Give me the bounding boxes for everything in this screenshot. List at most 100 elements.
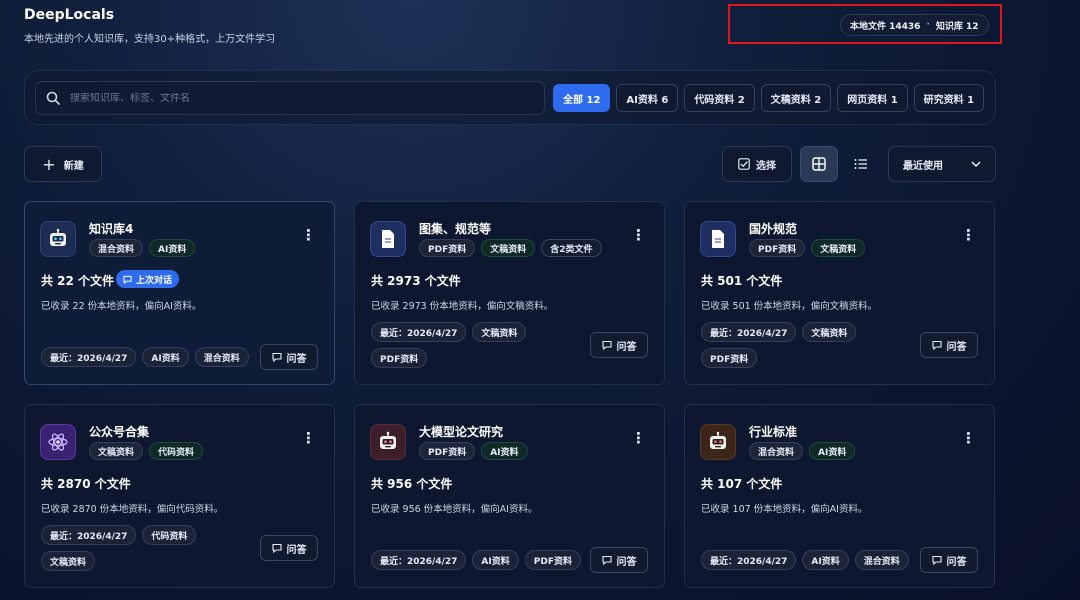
search-box[interactable]: [35, 81, 545, 115]
kb-card[interactable]: 大模型论文研究 PDF资料 AI资料 ⋮ 共 956 个文件 已收录 956 份…: [354, 404, 665, 588]
kb-card[interactable]: 行业标准 混合资料 AI资料 ⋮ 共 107 个文件 已收录 107 份本地资料…: [684, 404, 995, 588]
qa-button-label: 问答: [616, 341, 637, 353]
qa-button[interactable]: 问答: [260, 535, 318, 561]
card-tags: 混合资料 AI资料: [89, 239, 196, 257]
card-description: 已收录 22 份本地资料，偏向AI资料。: [41, 301, 202, 312]
more-options-icon[interactable]: ⋮: [631, 431, 646, 446]
filter-chips: 全部 12 AI资料 6 代码资料 2 文稿资料 2 网页资料 1 研究资料 1: [553, 84, 985, 112]
stats-separator: ·: [926, 20, 930, 30]
local-file-count: 本地文件 14436: [850, 21, 921, 32]
card-tag: 代码资料: [149, 442, 204, 460]
chat-icon: [601, 555, 612, 565]
card-tag: 文稿资料: [811, 239, 866, 257]
sort-dropdown-label: 最近使用: [903, 160, 943, 172]
filter-chip-manuscript[interactable]: 文稿资料 2: [760, 84, 832, 112]
select-button[interactable]: 选择: [722, 146, 792, 182]
last-chat-badge[interactable]: 上次对话: [116, 270, 180, 288]
chat-icon: [271, 543, 282, 553]
card-tag: PDF资料: [419, 239, 476, 257]
card-meta: 最近：2026/4/27 文稿资料 PDF资料: [701, 322, 901, 368]
file-count: 共 2973 个文件: [371, 274, 461, 288]
card-title: 大模型论文研究: [419, 425, 504, 439]
card-tag: AI资料: [481, 442, 528, 460]
file-count: 共 501 个文件: [701, 274, 783, 288]
document-icon: [700, 221, 736, 257]
card-tags: PDF资料 文稿资料 含2类文件: [419, 239, 602, 257]
recent-date-tag: 最近：2026/4/27: [701, 550, 797, 570]
card-description: 已收录 2973 份本地资料，偏向文稿资料。: [371, 301, 554, 312]
card-tags: 混合资料 AI资料: [749, 442, 856, 460]
search-input[interactable]: [70, 92, 510, 104]
chat-icon: [931, 340, 942, 350]
robot-icon: [700, 424, 736, 460]
qa-button-label: 问答: [286, 353, 307, 365]
recent-date-tag: 最近：2026/4/27: [371, 322, 467, 342]
filter-chip-web[interactable]: 网页资料 1: [837, 84, 908, 112]
meta-tag: AI资料: [802, 550, 849, 570]
last-chat-label: 上次对话: [136, 275, 173, 286]
meta-tag: PDF资料: [701, 348, 758, 368]
more-options-icon[interactable]: ⋮: [961, 431, 976, 446]
meta-tag: 文稿资料: [802, 322, 857, 342]
card-tags: PDF资料 文稿资料: [749, 239, 866, 257]
card-meta: 最近：2026/4/27 AI资料 混合资料: [41, 347, 281, 367]
chat-icon: [931, 555, 942, 565]
kb-card[interactable]: 公众号合集 文稿资料 代码资料 ⋮ 共 2870 个文件 已收录 2870 份本…: [24, 404, 335, 588]
card-tags: 文稿资料 代码资料: [89, 442, 204, 460]
card-tag: 混合资料: [89, 239, 144, 257]
card-meta: 最近：2026/4/27 文稿资料 PDF资料: [371, 322, 571, 368]
file-count: 共 956 个文件: [371, 477, 453, 491]
kb-card[interactable]: 知识库4 混合资料 AI资料 ⋮ 共 22 个文件 上次对话 已收录 22 份本…: [24, 201, 335, 385]
meta-tag: 文稿资料: [41, 551, 96, 571]
more-options-icon[interactable]: ⋮: [961, 228, 976, 243]
qa-button-label: 问答: [286, 544, 307, 556]
stats-pill: 本地文件 14436 · 知识库 12: [840, 14, 989, 36]
card-title: 图集、规范等: [419, 222, 492, 236]
card-description: 已收录 107 份本地资料，偏向AI资料。: [701, 504, 868, 515]
more-options-icon[interactable]: ⋮: [631, 228, 646, 243]
qa-button[interactable]: 问答: [260, 344, 318, 370]
card-title: 公众号合集: [89, 425, 150, 439]
kb-card[interactable]: 图集、规范等 PDF资料 文稿资料 含2类文件 ⋮ 共 2973 个文件 已收录…: [354, 201, 665, 385]
card-tag: PDF资料: [419, 442, 476, 460]
card-tag: 混合资料: [749, 442, 804, 460]
app-title: DeepLocals: [24, 7, 115, 23]
kb-card[interactable]: 国外规范 PDF资料 文稿资料 ⋮ 共 501 个文件 已收录 501 份本地资…: [684, 201, 995, 385]
chat-icon: [123, 275, 132, 284]
new-button[interactable]: + 新建: [24, 146, 102, 182]
qa-button[interactable]: 问答: [920, 332, 978, 358]
list-view-button[interactable]: [842, 146, 880, 182]
grid-view-button[interactable]: [800, 146, 838, 182]
chevron-down-icon: [971, 161, 981, 167]
filter-chip-all[interactable]: 全部 12: [553, 84, 611, 112]
card-title: 国外规范: [749, 222, 798, 236]
recent-date-tag: 最近：2026/4/27: [371, 550, 467, 570]
meta-tag: 混合资料: [194, 347, 249, 367]
filter-chip-code[interactable]: 代码资料 2: [684, 84, 755, 112]
file-count: 共 2870 个文件: [41, 477, 131, 491]
sort-dropdown[interactable]: 最近使用: [888, 146, 996, 182]
qa-button-label: 问答: [946, 341, 967, 353]
filter-chip-research[interactable]: 研究资料 1: [913, 84, 985, 112]
file-count: 共 22 个文件: [41, 274, 115, 288]
card-description: 已收录 501 份本地资料，偏向文稿资料。: [701, 301, 878, 312]
meta-tag: PDF资料: [371, 348, 428, 368]
qa-button[interactable]: 问答: [590, 332, 648, 358]
card-tag: 文稿资料: [89, 442, 144, 460]
filter-chip-ai[interactable]: AI资料 6: [616, 84, 679, 112]
more-options-icon[interactable]: ⋮: [301, 431, 316, 446]
robot-icon: [40, 221, 76, 257]
card-tag: AI资料: [809, 442, 856, 460]
card-meta: 最近：2026/4/27 AI资料 混合资料: [701, 550, 941, 570]
meta-tag: AI资料: [472, 550, 519, 570]
qa-button[interactable]: 问答: [920, 547, 978, 573]
card-tags: PDF资料 AI资料: [419, 442, 528, 460]
qa-button[interactable]: 问答: [590, 547, 648, 573]
more-options-icon[interactable]: ⋮: [301, 228, 316, 243]
meta-tag: AI资料: [142, 347, 189, 367]
card-description: 已收录 2870 份本地资料，偏向代码资料。: [41, 504, 224, 515]
meta-tag: 代码资料: [142, 525, 197, 545]
card-meta: 最近：2026/4/27 代码资料 文稿资料: [41, 525, 241, 571]
card-tag: 文稿资料: [481, 239, 536, 257]
new-button-label: 新建: [63, 160, 84, 172]
